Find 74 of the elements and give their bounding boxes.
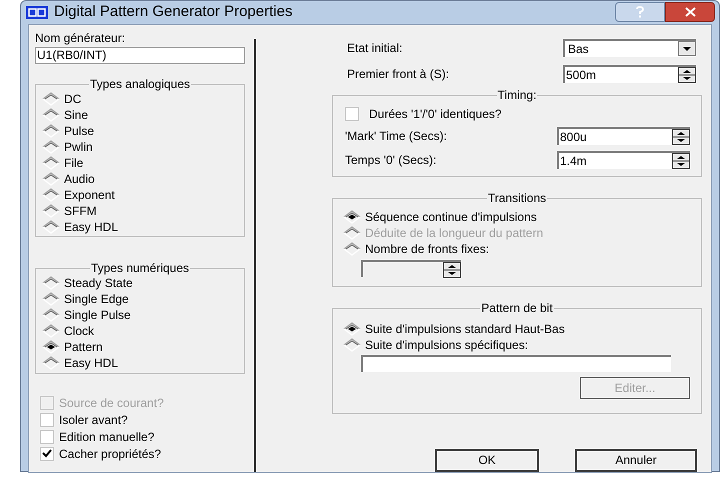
- radio-button[interactable]: [343, 242, 363, 256]
- radio-label: Single Edge: [64, 290, 129, 308]
- field-label: 'Mark' Time (Secs):: [345, 128, 447, 144]
- radio-label: Audio: [64, 170, 95, 188]
- radio-label: Suite d'impulsions standard Haut-Bas: [365, 320, 565, 338]
- checkbox-label: Durées '1'/'0' identiques?: [369, 106, 502, 122]
- radio-button[interactable]: [42, 340, 62, 354]
- checkbox-label: Source de courant?: [59, 394, 164, 412]
- radio-button[interactable]: [42, 204, 62, 218]
- spin-buttons-icon[interactable]: [678, 66, 696, 82]
- caret-icon: [678, 41, 696, 56]
- name-field[interactable]: U1(RB0/INT): [35, 46, 245, 64]
- app-logo-icon: [26, 6, 48, 19]
- radio-label: Nombre de fronts fixes:: [365, 240, 490, 258]
- question-icon: [636, 6, 644, 18]
- radio-label: Suite d'impulsions spécifiques:: [365, 336, 528, 354]
- radio-label: Pwlin: [64, 138, 93, 156]
- radio-label: Easy HDL: [64, 354, 118, 372]
- count-spin-field[interactable]: [361, 260, 461, 276]
- checkbox[interactable]: [40, 446, 54, 460]
- radio-button[interactable]: [343, 322, 363, 336]
- radio-button[interactable]: [42, 188, 62, 202]
- radio-button[interactable]: [42, 124, 62, 138]
- checkbox[interactable]: [345, 106, 359, 120]
- dialog-button[interactable]: Annuler: [575, 448, 697, 472]
- dropdown[interactable]: Bas: [563, 38, 696, 56]
- field-label: Etat initial:: [347, 40, 402, 56]
- radio-button[interactable]: [343, 338, 363, 352]
- field-label: Nom générateur:: [35, 30, 126, 44]
- radio-button[interactable]: [42, 92, 62, 106]
- radio-label: Steady State: [64, 274, 133, 292]
- checkbox-label: Isoler avant?: [59, 412, 128, 428]
- checkbox[interactable]: [40, 430, 54, 444]
- spin-buttons-icon[interactable]: [672, 152, 690, 168]
- radio-button[interactable]: [42, 156, 62, 170]
- check-icon: [42, 449, 52, 458]
- spin-field[interactable]: 500m: [563, 64, 696, 82]
- radio-label: Single Pulse: [64, 306, 131, 324]
- radio-label: Pulse: [64, 122, 94, 140]
- radio-label: Déduite de la longueur du pattern: [365, 224, 544, 242]
- checkbox[interactable]: [40, 412, 54, 426]
- close-icon: [684, 7, 696, 18]
- radio-button[interactable]: [42, 308, 62, 322]
- field-label: Premier front à (S):: [347, 66, 450, 82]
- radio-label: Pattern: [64, 338, 103, 356]
- radio-button[interactable]: [42, 292, 62, 306]
- radio-button[interactable]: [42, 172, 62, 186]
- radio-button[interactable]: [42, 108, 62, 122]
- help-button[interactable]: [615, 2, 665, 22]
- radio-label: Easy HDL: [64, 218, 118, 236]
- radio-label: File: [64, 154, 84, 172]
- spin-field[interactable]: 800u: [557, 126, 690, 144]
- window-title: Digital Pattern Generator Properties: [54, 2, 292, 22]
- checkbox-label: Edition manuelle?: [59, 428, 154, 446]
- radio-label: Clock: [64, 322, 94, 340]
- radio-button[interactable]: [42, 220, 62, 234]
- spin-buttons-icon[interactable]: [672, 128, 690, 144]
- spin-buttons-icon[interactable]: [443, 262, 461, 278]
- spin-field[interactable]: 1.4m: [557, 150, 690, 168]
- checkbox-label: Cacher propriétés?: [59, 446, 162, 462]
- radio-label: Exponent: [64, 186, 115, 204]
- close-button[interactable]: [665, 2, 715, 22]
- radio-button[interactable]: [343, 210, 363, 224]
- radio-label: Sine: [64, 106, 88, 124]
- radio-button[interactable]: [42, 324, 62, 338]
- radio-button[interactable]: [42, 140, 62, 154]
- radio-label: Séquence continue d'impulsions: [365, 208, 537, 226]
- radio-label: DC: [64, 90, 82, 108]
- radio-button[interactable]: [42, 356, 62, 370]
- radio-label: SFFM: [64, 202, 97, 220]
- radio-button[interactable]: [42, 276, 62, 290]
- pattern-field[interactable]: [361, 354, 671, 372]
- dialog-button[interactable]: OK: [435, 448, 539, 472]
- field-label: Temps '0' (Secs):: [345, 152, 436, 168]
